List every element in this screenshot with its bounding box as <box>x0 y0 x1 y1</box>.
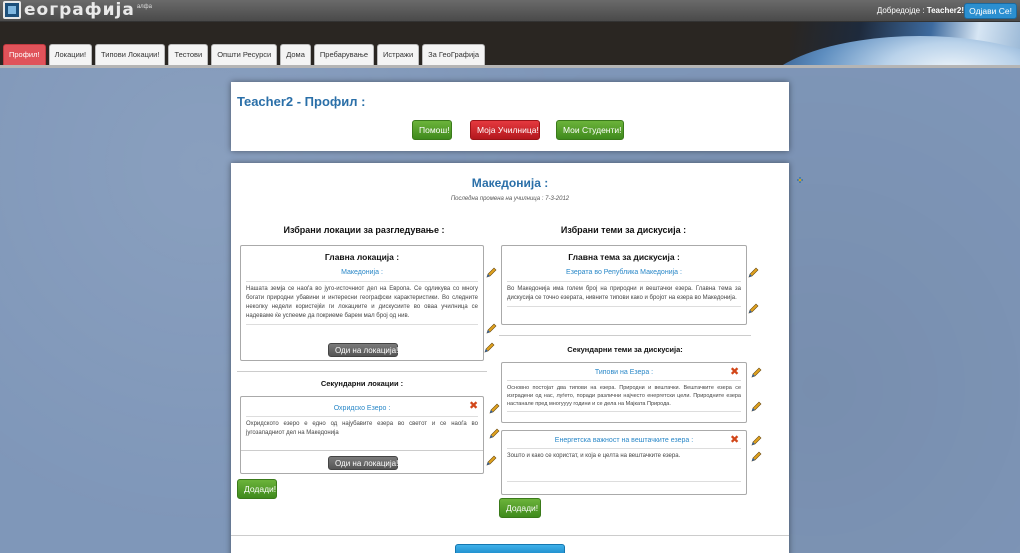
main-topic-name[interactable]: Езерата во Република Македонија : <box>502 269 746 276</box>
tab-locations[interactable]: Локации! <box>48 44 93 65</box>
tab-location-types[interactable]: Типови Локации! <box>95 44 166 65</box>
tab-home[interactable]: Дома <box>280 44 311 65</box>
divider <box>237 371 487 372</box>
edit-pencil-icon[interactable] <box>484 342 495 353</box>
logo-subtitle: алфа <box>136 4 152 10</box>
edit-pencil-icon[interactable] <box>751 435 762 446</box>
last-change-text: Последна промена на училница : 7-3-2012 <box>450 196 570 202</box>
secondary-location-card: Охридско Езеро : ✖ Охридското езеро е ед… <box>240 396 484 474</box>
welcome-user: Teacher2! <box>926 6 964 15</box>
my-students-button[interactable]: Мои Студенти! <box>556 120 624 140</box>
secondary-topics-heading: Секундарни теми за дискусија: <box>567 345 683 354</box>
tab-tests[interactable]: Тестови <box>168 44 209 65</box>
site-logo[interactable]: еографија алфа <box>3 1 152 19</box>
main-topic-description: Во Македонија има голем број на природни… <box>507 281 741 307</box>
tab-search[interactable]: Пребарување <box>313 44 375 65</box>
edit-pencil-icon[interactable] <box>489 403 500 414</box>
edit-pencil-icon[interactable] <box>751 401 762 412</box>
edit-pencil-icon[interactable] <box>486 455 497 466</box>
earth-banner-image <box>760 22 1020 65</box>
main-topic-title: Главна тема за дискусија : <box>568 252 680 262</box>
top-bar: еографија алфа Добредојде : Teacher2! Од… <box>0 0 1020 22</box>
profile-panel: Teacher2 - Профил : Помош! Моја Училница… <box>231 82 789 151</box>
secondary-topic-card: Типови на Езера : ✖ Основно постојат два… <box>501 362 747 423</box>
nav-divider <box>0 65 1020 68</box>
scroll-arrows-icon[interactable] <box>796 176 804 184</box>
secondary-locations-heading: Секундарни локации : <box>320 379 404 388</box>
delete-icon[interactable]: ✖ <box>730 435 740 446</box>
classroom-title: Македонија : <box>471 176 549 190</box>
main-tabs: Профил! Локации! Типови Локации! Тестови… <box>3 44 488 65</box>
main-location-description: Нашата земја се наоѓа во југо-источниот … <box>246 281 478 325</box>
main-location-title: Главна локација : <box>324 252 400 262</box>
logout-button[interactable]: Одјави Се! <box>964 3 1017 19</box>
delete-icon[interactable]: ✖ <box>730 367 740 378</box>
secondary-location-name[interactable]: Охридско Езеро : <box>241 405 483 412</box>
topics-heading: Избрани теми за дискусија : <box>560 225 687 235</box>
delete-icon[interactable]: ✖ <box>469 401 479 412</box>
main-location-name[interactable]: Македонија : <box>241 269 483 276</box>
welcome-text: Добредојде : Teacher2! <box>877 6 964 15</box>
secondary-topic-name[interactable]: Енергетска важност на вештачките езера : <box>502 437 746 444</box>
tab-explore[interactable]: Истражи <box>377 44 420 65</box>
edit-pencil-icon[interactable] <box>751 367 762 378</box>
secondary-topic-name[interactable]: Типови на Езера : <box>502 369 746 376</box>
help-button[interactable]: Помош! <box>412 120 452 140</box>
locations-heading: Избрани локации за разгледување : <box>283 225 445 235</box>
main-location-card: Главна локација : Македонија : Нашата зе… <box>240 245 484 361</box>
tab-general-resources[interactable]: Општи Ресурси <box>211 44 278 65</box>
secondary-location-description: Охридското езеро е едно од најубавите ез… <box>246 416 478 441</box>
edit-pencil-icon[interactable] <box>748 267 759 278</box>
page-title: Teacher2 - Профил : <box>237 94 366 109</box>
edit-pencil-icon[interactable] <box>489 428 500 439</box>
logo-icon <box>3 1 21 19</box>
secondary-topic-card: Енергетска важност на вештачките езера :… <box>501 430 747 495</box>
tab-profile[interactable]: Профил! <box>3 44 46 65</box>
divider <box>231 535 789 536</box>
secondary-topic-description: Зошто и како се користат, и која е целта… <box>507 448 741 482</box>
tab-about[interactable]: За ГеоГрафија <box>422 44 486 65</box>
edit-pencil-icon[interactable] <box>486 323 497 334</box>
logo-text: еографија <box>24 0 135 20</box>
add-topic-button[interactable]: Додади! <box>499 498 541 518</box>
divider <box>241 450 483 451</box>
go-to-location-button[interactable]: Оди на локација! <box>328 456 398 470</box>
go-to-location-button[interactable]: Оди на локација! <box>328 343 398 357</box>
edit-pencil-icon[interactable] <box>751 451 762 462</box>
classroom-panel: Македонија : Последна промена на училниц… <box>231 163 789 553</box>
edit-pencil-icon[interactable] <box>486 267 497 278</box>
edit-pencil-icon[interactable] <box>748 303 759 314</box>
bottom-action-button[interactable] <box>455 544 565 553</box>
welcome-prefix: Добредојде : <box>876 6 925 15</box>
secondary-topic-description: Основно постојат два типови на езера. Пр… <box>507 380 741 412</box>
main-topic-card: Главна тема за дискусија : Езерата во Ре… <box>501 245 747 325</box>
my-classroom-button[interactable]: Моја Училница! <box>470 120 540 140</box>
add-location-button[interactable]: Додади! <box>237 479 277 499</box>
divider <box>499 335 751 336</box>
